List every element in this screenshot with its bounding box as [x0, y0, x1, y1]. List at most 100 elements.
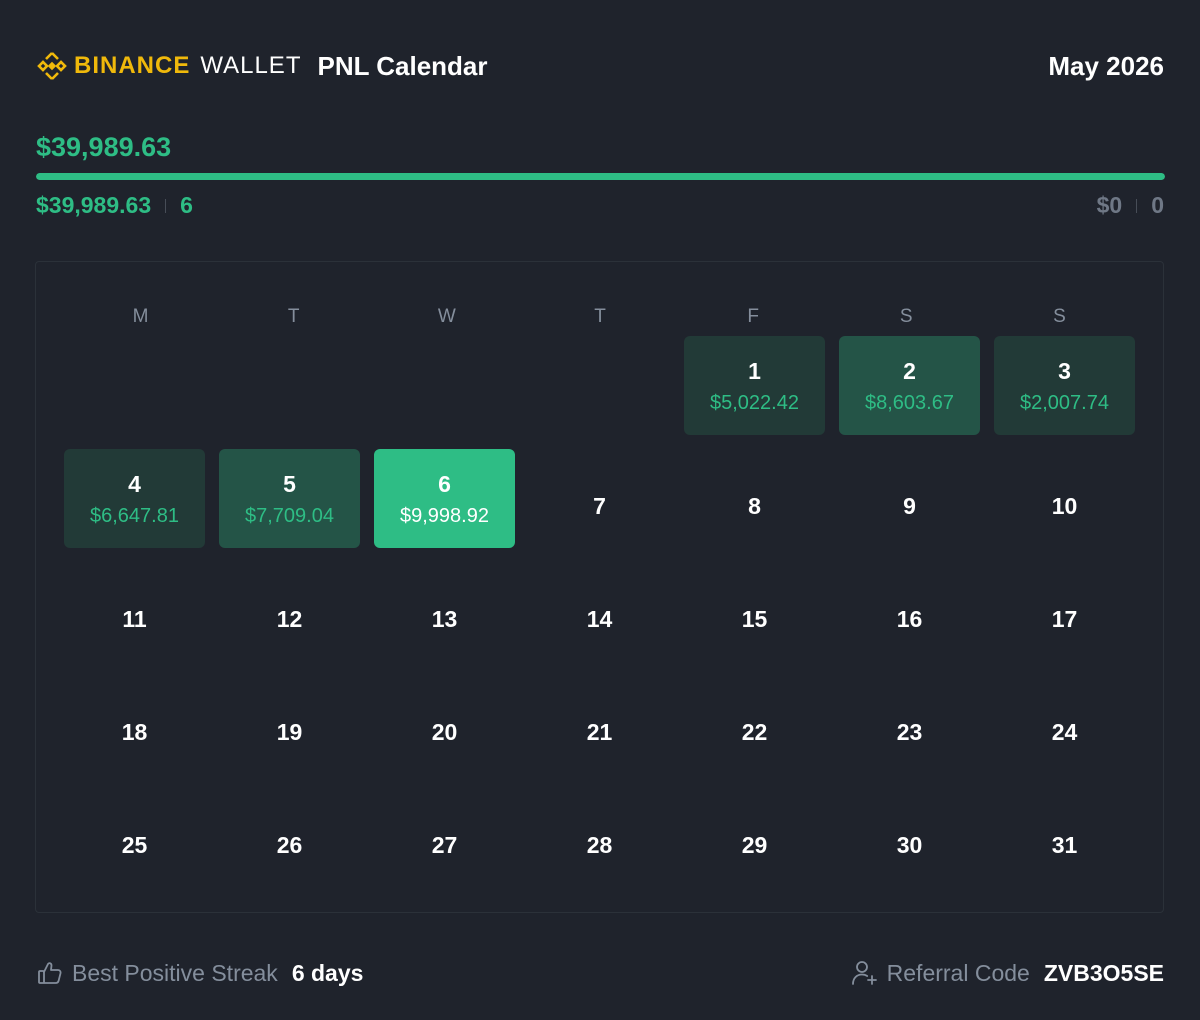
day-number: 12: [276, 606, 303, 632]
day-cell[interactable]: 29: [684, 788, 839, 901]
day-number: 25: [121, 832, 148, 858]
stats-divider: [165, 198, 167, 213]
day-number: 5: [283, 470, 296, 497]
day-cell[interactable]: 27: [374, 788, 529, 901]
day-pnl-value: $9,998.92: [400, 504, 489, 527]
day-number: 1: [748, 357, 761, 384]
day-cell[interactable]: 6 $9,998.92: [374, 449, 529, 562]
referral-label: Referral Code: [886, 959, 1030, 986]
day-cell[interactable]: 30: [839, 788, 994, 901]
day-pnl-box[interactable]: 1 $5,022.42: [684, 336, 825, 435]
day-cell[interactable]: 10: [994, 449, 1149, 562]
positive-days: 6: [180, 192, 193, 218]
day-cell[interactable]: 11: [64, 562, 219, 675]
day-pnl-box[interactable]: 5 $7,709.04: [219, 449, 360, 548]
day-pnl-box[interactable]: 6 $9,998.92: [374, 449, 515, 548]
day-cell[interactable]: 13: [374, 562, 529, 675]
pnl-ratio-fill: [36, 173, 1165, 180]
day-cell[interactable]: 3 $2,007.74: [994, 336, 1149, 449]
day-cell[interactable]: 20: [374, 675, 529, 788]
day-number: 4: [128, 470, 141, 497]
day-number: 30: [896, 832, 923, 858]
weekday-label: M: [132, 306, 149, 327]
weekday-label: S: [899, 306, 913, 327]
weekday-label: T: [594, 306, 606, 327]
positive-stats: $39,989.63 6: [36, 192, 193, 219]
day-number: 14: [586, 606, 613, 632]
day-pnl-box[interactable]: 2 $8,603.67: [839, 336, 980, 435]
day-number: 26: [276, 832, 303, 858]
header: BINANCE WALLET PNL Calendar May 2026: [36, 44, 1164, 88]
day-cell[interactable]: 28: [529, 788, 684, 901]
weekday-label: F: [747, 306, 759, 327]
day-number: 16: [896, 606, 923, 632]
day-cell[interactable]: 2 $8,603.67: [839, 336, 994, 449]
day-cell[interactable]: 22: [684, 675, 839, 788]
empty-cell: [529, 336, 684, 449]
day-number: 23: [896, 719, 923, 745]
day-cell[interactable]: 31: [994, 788, 1149, 901]
day-number: 7: [593, 493, 606, 519]
day-pnl-value: $8,603.67: [865, 391, 954, 414]
weekday-label: T: [287, 306, 300, 327]
streak-label: Best Positive Streak: [72, 959, 278, 986]
page-title: PNL Calendar: [317, 50, 488, 81]
day-cell[interactable]: 12: [219, 562, 374, 675]
day-cell[interactable]: 17: [994, 562, 1149, 675]
day-number: 17: [1051, 606, 1078, 632]
month-label: May 2026: [1048, 50, 1164, 81]
day-number: 6: [438, 470, 451, 497]
day-cell[interactable]: 18: [64, 675, 219, 788]
add-user-icon: [851, 959, 879, 987]
day-cell[interactable]: 1 $5,022.42: [684, 336, 839, 449]
day-number: 8: [748, 493, 761, 519]
total-pnl: $39,989.63: [36, 132, 172, 162]
brand-subtitle: WALLET: [200, 52, 302, 79]
negative-stats: $0 0: [1097, 192, 1164, 219]
stats-divider: [1136, 198, 1138, 213]
day-cell[interactable]: 16: [839, 562, 994, 675]
day-number: 10: [1051, 493, 1078, 519]
weekday-label: W: [437, 306, 456, 327]
day-number: 15: [741, 606, 768, 632]
day-number: 22: [741, 719, 768, 745]
day-pnl-box[interactable]: 4 $6,647.81: [64, 449, 205, 548]
day-pnl-value: $7,709.04: [245, 504, 334, 527]
day-number: 13: [431, 606, 458, 632]
day-cell[interactable]: 23: [839, 675, 994, 788]
positive-amount: $39,989.63: [36, 192, 152, 218]
day-number: 11: [122, 606, 147, 632]
day-cell[interactable]: 19: [219, 675, 374, 788]
day-pnl-value: $5,022.42: [710, 391, 799, 414]
empty-cell: [219, 336, 374, 449]
brand-name: BINANCE: [74, 52, 191, 79]
day-cell[interactable]: 4 $6,647.81: [64, 449, 219, 562]
day-number: 3: [1058, 357, 1071, 384]
day-number: 31: [1051, 832, 1078, 858]
day-cell[interactable]: 15: [684, 562, 839, 675]
day-cell[interactable]: 21: [529, 675, 684, 788]
day-cell[interactable]: 26: [219, 788, 374, 901]
referral-code[interactable]: ZVB3O5SE: [1044, 960, 1164, 987]
day-number: 28: [586, 832, 613, 858]
day-cell[interactable]: 8: [684, 449, 839, 562]
day-cell[interactable]: 25: [64, 788, 219, 901]
day-pnl-value: $6,647.81: [90, 504, 179, 527]
day-pnl-box[interactable]: 3 $2,007.74: [994, 336, 1135, 435]
day-number: 21: [586, 719, 613, 745]
calendar-grid: 1 $5,022.42 2 $8,603.67 3 $2,007.74 4 $6,647.81…: [64, 336, 1144, 901]
weekday-header: MTWTFSS: [64, 306, 1136, 328]
negative-amount: $0: [1096, 192, 1123, 218]
empty-cell: [64, 336, 219, 449]
thumbs-up-icon: [36, 959, 64, 987]
day-number: 9: [903, 493, 916, 519]
day-cell[interactable]: 24: [994, 675, 1149, 788]
day-number: 19: [276, 719, 303, 745]
day-cell[interactable]: 9: [839, 449, 994, 562]
day-cell[interactable]: 7: [529, 449, 684, 562]
day-cell[interactable]: 5 $7,709.04: [219, 449, 374, 562]
brand: BINANCE WALLET PNL Calendar: [36, 50, 488, 82]
empty-cell: [374, 336, 529, 449]
day-number: 2: [903, 357, 916, 384]
day-cell[interactable]: 14: [529, 562, 684, 675]
